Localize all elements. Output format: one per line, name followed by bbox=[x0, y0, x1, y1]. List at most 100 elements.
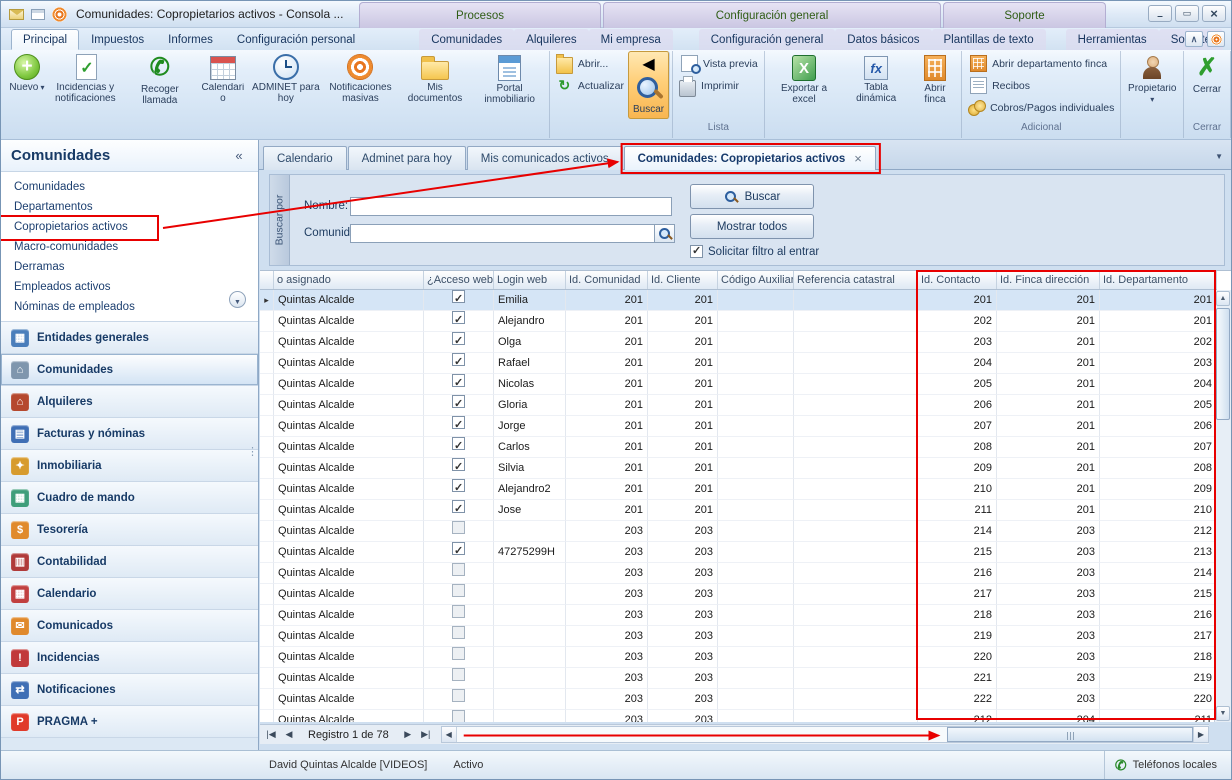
ribbon-button-actualizar[interactable]: Actualizar bbox=[552, 76, 628, 95]
ribbon-button-adminet-para-hoy[interactable]: ADMINET para hoy bbox=[249, 51, 324, 119]
table-row[interactable]: Quintas Alcalde203203218203216 bbox=[260, 605, 1214, 626]
ribbon-tab-plantillas-de-texto[interactable]: Plantillas de texto bbox=[932, 29, 1046, 50]
ribbon-button-portal-inmobiliario[interactable]: Portal inmobiliario bbox=[472, 51, 547, 119]
scroll-right-icon[interactable] bbox=[1193, 727, 1208, 742]
column-header-id-cliente[interactable]: Id. Cliente bbox=[648, 271, 718, 289]
scroll-down-icon[interactable] bbox=[1216, 706, 1230, 721]
ribbon-tab-configuracion-general[interactable]: Configuración general bbox=[699, 29, 836, 50]
ribbon-tab-informes[interactable]: Informes bbox=[156, 29, 225, 50]
table-row[interactable]: Quintas AlcaldeOlga201201203201202 bbox=[260, 332, 1214, 353]
table-row[interactable]: Quintas AlcaldeGloria201201206201205 bbox=[260, 395, 1214, 416]
ribbon-button-notificaciones-masivas[interactable]: Notificaciones masivas bbox=[323, 51, 398, 119]
acceso-web-checkbox[interactable] bbox=[452, 710, 465, 722]
acceso-web-checkbox[interactable] bbox=[452, 353, 465, 366]
ribbon-button-exportar-a-excel[interactable]: Exportar a excel bbox=[767, 51, 842, 119]
horizontal-scroll-thumb[interactable] bbox=[947, 727, 1192, 742]
acceso-web-checkbox[interactable] bbox=[452, 542, 465, 555]
column-header-codigo-auxiliar[interactable]: Código Auxiliar bbox=[718, 271, 794, 289]
ribbon-tab-herramientas[interactable]: Herramientas bbox=[1066, 29, 1159, 50]
sidebar-module-cuadro-de-mando[interactable]: ▦Cuadro de mando bbox=[1, 482, 258, 514]
column-header-id-contacto[interactable]: Id. Contacto bbox=[918, 271, 997, 289]
ribbon-button-incidencias-y-notificaciones[interactable]: Incidencias y notificaciones bbox=[48, 51, 123, 119]
comunidad-input[interactable] bbox=[350, 224, 655, 243]
sidebar-module-alquileres[interactable]: ⌂Alquileres bbox=[1, 386, 258, 418]
table-row[interactable]: Quintas Alcalde203203212204211 bbox=[260, 710, 1214, 722]
column-header-referencia-catastral[interactable]: Referencia catastral bbox=[794, 271, 918, 289]
acceso-web-checkbox[interactable] bbox=[452, 626, 465, 639]
sidebar-module-comunicados[interactable]: ✉Comunicados bbox=[1, 610, 258, 642]
doc-tab-mis-comunicados-activos[interactable]: Mis comunicados activos bbox=[467, 146, 623, 170]
column-header-acceso-web[interactable]: ¿Acceso web? bbox=[424, 271, 494, 289]
ribbon-tab-impuestos[interactable]: Impuestos bbox=[79, 29, 156, 50]
ribbon-tab-principal[interactable]: Principal bbox=[11, 29, 79, 50]
vertical-scroll-thumb[interactable] bbox=[1216, 308, 1230, 420]
ribbon-tab-mi-empresa[interactable]: Mi empresa bbox=[589, 29, 673, 50]
sidebar-module-contabilidad[interactable]: ▥Contabilidad bbox=[1, 546, 258, 578]
restore-button[interactable] bbox=[1175, 5, 1199, 22]
sidebar-module-tesoreria[interactable]: $Tesorería bbox=[1, 514, 258, 546]
acceso-web-checkbox[interactable] bbox=[452, 458, 465, 471]
collapse-ribbon-icon[interactable] bbox=[1185, 31, 1203, 47]
acceso-web-checkbox[interactable] bbox=[452, 416, 465, 429]
column-header-id-comunidad[interactable]: Id. Comunidad bbox=[566, 271, 648, 289]
sidebar-item-empleados-activos[interactable]: Empleados activos bbox=[1, 277, 258, 297]
sidebar-item-derramas[interactable]: Derramas bbox=[1, 257, 258, 277]
ribbon-button-vista-previa[interactable]: Vista previa bbox=[675, 54, 762, 73]
sidebar-item-departamentos[interactable]: Departamentos bbox=[1, 197, 258, 217]
table-row[interactable]: Quintas AlcaldeAlejandro201201202201201 bbox=[260, 311, 1214, 332]
ribbon-button-tabla-dinamica[interactable]: Tabla dinámica bbox=[841, 51, 911, 119]
ribbon-tab-comunidades[interactable]: Comunidades bbox=[419, 29, 514, 50]
acceso-web-checkbox[interactable] bbox=[452, 437, 465, 450]
sidebar-module-notificaciones[interactable]: ⇄Notificaciones bbox=[1, 674, 258, 706]
last-record-button[interactable] bbox=[417, 729, 435, 740]
table-row[interactable]: Quintas AlcaldeRafael201201204201203 bbox=[260, 353, 1214, 374]
column-header-id-finca-direccion[interactable]: Id. Finca dirección bbox=[997, 271, 1100, 289]
minimize-button[interactable] bbox=[1148, 5, 1172, 22]
mail-icon[interactable] bbox=[9, 9, 24, 20]
acceso-web-checkbox[interactable] bbox=[452, 332, 465, 345]
sidebar-module-entidades-generales[interactable]: ▦Entidades generales bbox=[1, 322, 258, 354]
acceso-web-checkbox[interactable] bbox=[452, 563, 465, 576]
table-row[interactable]: Quintas AlcaldeAlejandro2201201210201209 bbox=[260, 479, 1214, 500]
doc-tab-adminet-para-hoy[interactable]: Adminet para hoy bbox=[348, 146, 466, 170]
vertical-scrollbar[interactable] bbox=[1214, 290, 1231, 722]
acceso-web-checkbox[interactable] bbox=[452, 395, 465, 408]
comunidad-lookup-button[interactable] bbox=[655, 224, 675, 243]
acceso-web-checkbox[interactable] bbox=[452, 584, 465, 597]
ribbon-button-cerrar[interactable]: Cerrar bbox=[1186, 51, 1228, 119]
collapse-sidebar-icon[interactable] bbox=[230, 148, 248, 163]
doc-tab-comunidades-copropietarios-activos[interactable]: Comunidades: Copropietarios activos bbox=[624, 146, 876, 170]
sidebar-module-incidencias[interactable]: !Incidencias bbox=[1, 642, 258, 674]
close-tab-icon[interactable] bbox=[854, 154, 862, 164]
sidebar-module-inmobiliaria[interactable]: ✦Inmobiliaria bbox=[1, 450, 258, 482]
ribbon-button-calendario[interactable]: Calendario bbox=[197, 51, 248, 119]
sidebar-item-nominas-de-empleados[interactable]: Nóminas de empleados bbox=[1, 297, 258, 317]
table-row[interactable]: Quintas AlcaldeCarlos201201208201207 bbox=[260, 437, 1214, 458]
table-row[interactable]: Quintas Alcalde203203219203217 bbox=[260, 626, 1214, 647]
expand-list-icon[interactable] bbox=[229, 291, 246, 308]
acceso-web-checkbox[interactable] bbox=[452, 668, 465, 681]
ribbon-button-mis-documentos[interactable]: Mis documentos bbox=[398, 51, 473, 119]
ribbon-button-buscar[interactable]: Buscar bbox=[628, 51, 670, 119]
horizontal-scrollbar[interactable] bbox=[441, 726, 1209, 743]
ribbon-button-imprimir[interactable]: Imprimir bbox=[675, 76, 762, 95]
status-phones[interactable]: Teléfonos locales bbox=[1104, 751, 1231, 779]
sidebar-item-copropietarios-activos[interactable]: Copropietarios activos bbox=[1, 217, 258, 237]
sidebar-module-calendario[interactable]: ▦Calendario bbox=[1, 578, 258, 610]
table-row[interactable]: Quintas Alcalde203203217203215 bbox=[260, 584, 1214, 605]
column-header-o-asignado[interactable]: o asignado bbox=[274, 271, 424, 289]
table-row[interactable]: Quintas Alcalde203203220203218 bbox=[260, 647, 1214, 668]
acceso-web-checkbox[interactable] bbox=[452, 290, 465, 303]
tab-list-dropdown-icon[interactable] bbox=[1215, 152, 1223, 161]
table-row[interactable]: Quintas Alcalde203203222203220 bbox=[260, 689, 1214, 710]
sidebar-module-comunidades[interactable]: ⌂Comunidades bbox=[1, 354, 258, 386]
mostrar-todos-button[interactable]: Mostrar todos bbox=[690, 214, 814, 239]
acceso-web-checkbox[interactable] bbox=[452, 605, 465, 618]
table-row[interactable]: Quintas AlcaldeJose201201211201210 bbox=[260, 500, 1214, 521]
close-button[interactable] bbox=[1202, 5, 1226, 22]
sidebar-module-pragma[interactable]: PPRAGMA + bbox=[1, 706, 258, 738]
scroll-left-icon[interactable] bbox=[442, 727, 457, 742]
table-row[interactable]: Quintas AlcaldeNicolas201201205201204 bbox=[260, 374, 1214, 395]
acceso-web-checkbox[interactable] bbox=[452, 500, 465, 513]
ribbon-button-abrir-departamento-finca[interactable]: Abrir departamento finca bbox=[964, 54, 1118, 73]
